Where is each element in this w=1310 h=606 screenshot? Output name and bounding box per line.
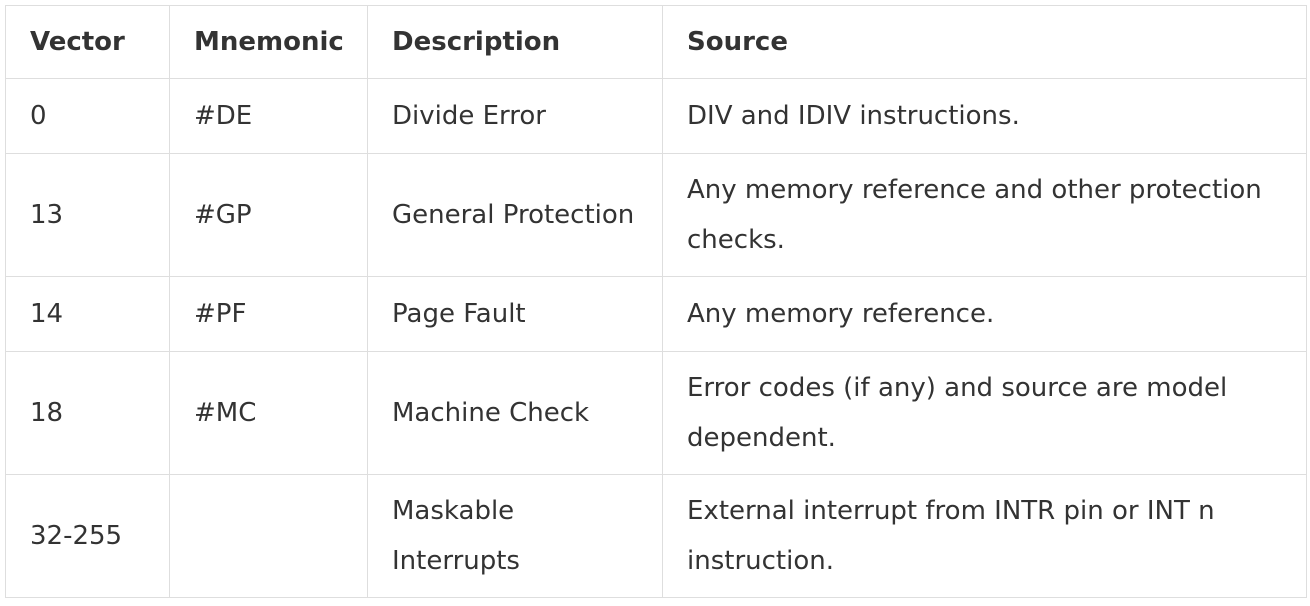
cell-vector: 14	[5, 276, 170, 352]
table-container: Vector Mnemonic Description Source 0 #DE…	[5, 5, 1307, 598]
cell-source: Error codes (if any) and source are mode…	[662, 351, 1307, 475]
cell-description: Maskable Interrupts	[367, 474, 663, 598]
cell-source: Any memory reference.	[662, 276, 1307, 352]
table-row: 18 #MC Machine Check Error codes (if any…	[5, 351, 1307, 475]
cell-description: Machine Check	[367, 351, 663, 475]
cell-mnemonic: #GP	[169, 153, 368, 277]
cell-description: General Protection	[367, 153, 663, 277]
cell-mnemonic: #PF	[169, 276, 368, 352]
header-description: Description	[367, 5, 663, 79]
cell-vector: 32-255	[5, 474, 170, 598]
table-row: 32-255 Maskable Interrupts External inte…	[5, 474, 1307, 598]
cell-vector: 18	[5, 351, 170, 475]
cell-description: Page Fault	[367, 276, 663, 352]
cell-source: External interrupt from INTR pin or INT …	[662, 474, 1307, 598]
table-row: 13 #GP General Protection Any memory ref…	[5, 153, 1307, 277]
table-header-row: Vector Mnemonic Description Source	[5, 5, 1307, 79]
table-row: 0 #DE Divide Error DIV and IDIV instruct…	[5, 78, 1307, 154]
cell-vector: 13	[5, 153, 170, 277]
header-mnemonic: Mnemonic	[169, 5, 368, 79]
cell-mnemonic: #DE	[169, 78, 368, 154]
header-vector: Vector	[5, 5, 170, 79]
cell-description: Divide Error	[367, 78, 663, 154]
cell-mnemonic	[169, 474, 368, 598]
cell-source: Any memory reference and other protectio…	[662, 153, 1307, 277]
table-row: 14 #PF Page Fault Any memory reference.	[5, 276, 1307, 352]
cell-mnemonic: #MC	[169, 351, 368, 475]
exception-vector-table: Vector Mnemonic Description Source 0 #DE…	[5, 5, 1307, 598]
cell-vector: 0	[5, 78, 170, 154]
header-source: Source	[662, 5, 1307, 79]
cell-source: DIV and IDIV instructions.	[662, 78, 1307, 154]
